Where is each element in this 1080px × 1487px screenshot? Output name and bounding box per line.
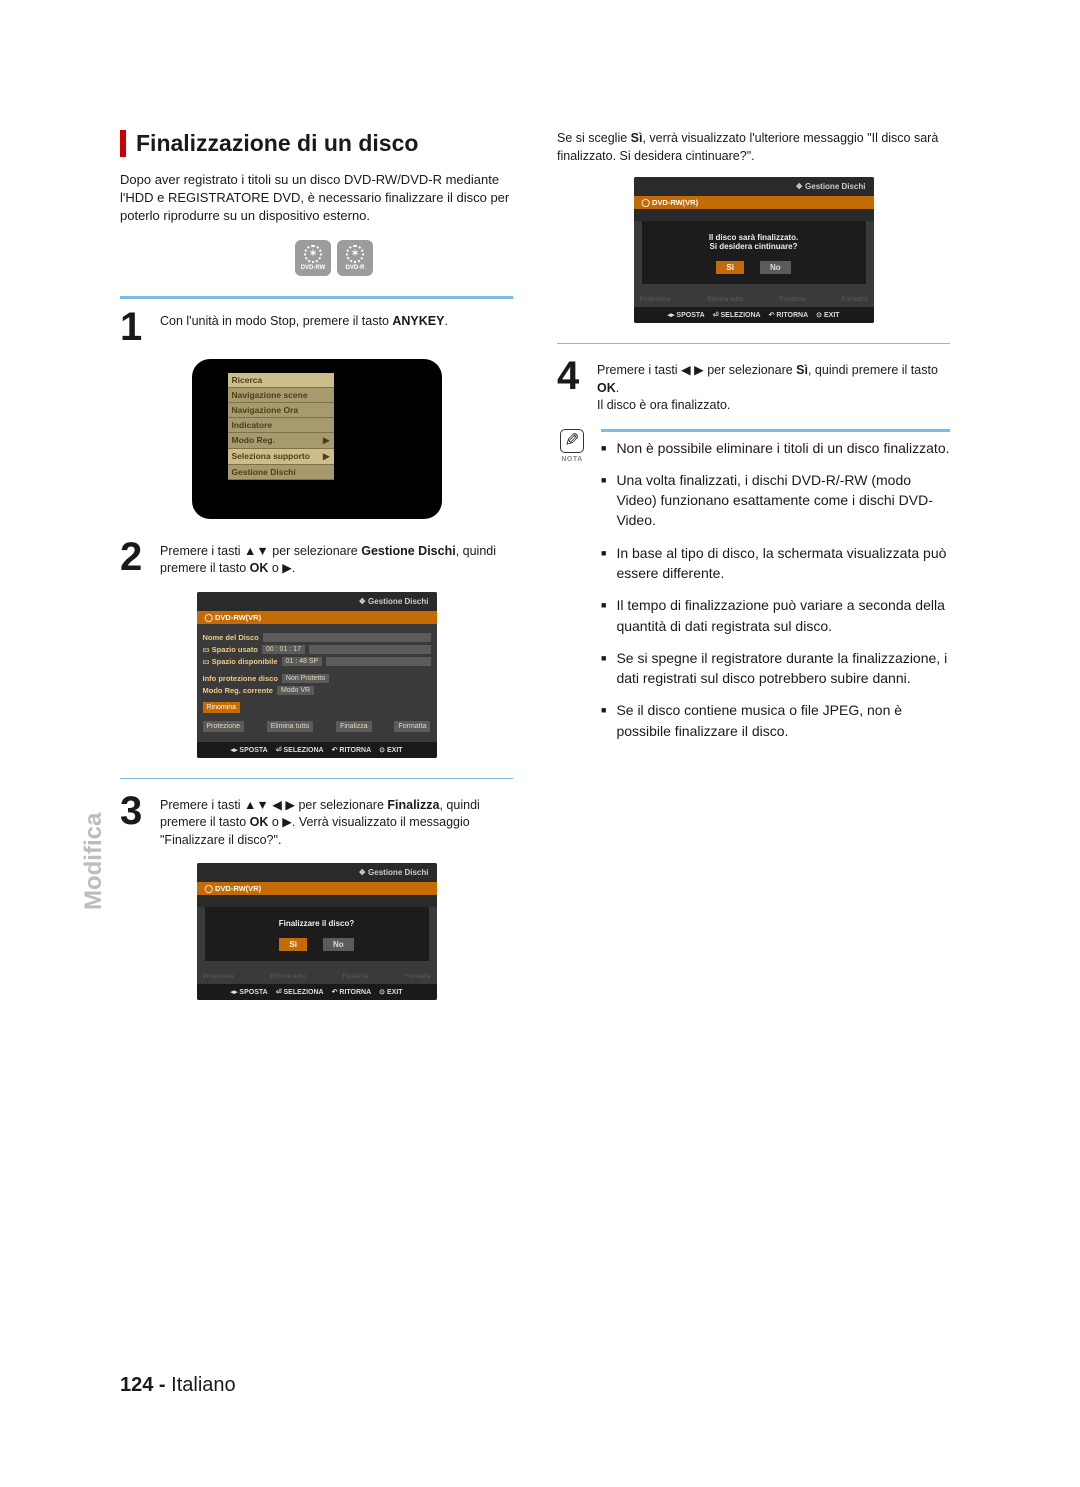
- screen-btn: Elimina tutto: [267, 721, 314, 732]
- dialog-no: No: [323, 938, 354, 951]
- note-item: Una volta finalizzati, i dischi DVD-R/-R…: [616, 470, 950, 531]
- side-tab: Modifica: [80, 813, 108, 910]
- screen-btn: Formatta: [394, 721, 430, 732]
- note-item: Se il disco contiene musica o file JPEG,…: [616, 700, 950, 741]
- step-number: 2: [120, 539, 148, 578]
- note-item: Non è possibile eliminare i titoli di un…: [616, 438, 949, 458]
- screen-btn: Protezione: [203, 721, 244, 732]
- left-column: Finalizzazione di un disco Dopo aver reg…: [120, 130, 513, 1020]
- menu-item: Navigazione Ora: [228, 403, 334, 418]
- divider: [557, 343, 950, 344]
- menu-item: Navigazione scene: [228, 388, 334, 403]
- step-2: 2 Premere i tasti ▲▼ per selezionare Ges…: [120, 539, 513, 578]
- menu-item: Seleziona supporto▶: [228, 449, 334, 465]
- screen-gestione-dischi: ❖ Gestione Dischi ◯ DVD-RW(VR) Nome del …: [120, 592, 513, 758]
- note-item: Il tempo di finalizzazione può variare a…: [616, 595, 950, 636]
- intro-paragraph: Dopo aver registrato i titoli su un disc…: [120, 171, 513, 226]
- note-item: In base al tipo di disco, la schermata v…: [616, 543, 950, 584]
- step-number: 3: [120, 793, 148, 850]
- screen-btn-rename: Rinomina: [203, 702, 241, 713]
- divider: [120, 778, 513, 779]
- note-icon: ✎: [560, 429, 584, 453]
- screen-anykey-menu: Ricerca Navigazione scene Navigazione Or…: [120, 359, 513, 519]
- dialog-no: No: [760, 261, 791, 274]
- screen-continue-prompt: ❖ Gestione Dischi ◯ DVD-RW(VR) Il disco …: [557, 177, 950, 323]
- menu-item: Modo Reg.▶: [228, 433, 334, 449]
- col2-intro: Se si sceglie Sì, verrà visualizzato l'u…: [557, 130, 950, 165]
- disc-icon: ✶DVD-R: [337, 240, 373, 276]
- step-number: 1: [120, 309, 148, 345]
- dialog-yes: Sì: [716, 261, 744, 274]
- section-title: Finalizzazione di un disco: [120, 130, 513, 157]
- menu-item: Indicatore: [228, 418, 334, 433]
- page-footer: 124 - Italiano: [120, 1374, 236, 1397]
- step-1: 1 Con l'unità in modo Stop, premere il t…: [120, 309, 513, 345]
- screen-btn: Finalizza: [336, 721, 372, 732]
- step-3: 3 Premere i tasti ▲▼ ◀ ▶ per selezionare…: [120, 793, 513, 850]
- note-block: ✎ NOTA ■ Non è possibile eliminare i tit…: [557, 429, 950, 754]
- step-4: 4 Premere i tasti ◀ ▶ per selezionare Sì…: [557, 358, 950, 415]
- menu-item: Gestione Dischi: [228, 465, 334, 480]
- dialog-yes: Sì: [279, 938, 307, 951]
- right-column: Se si sceglie Sì, verrà visualizzato l'u…: [557, 130, 950, 1020]
- note-item: Se si spegne il registratore durante la …: [616, 648, 950, 689]
- menu-item: Ricerca: [228, 373, 334, 388]
- step-number: 4: [557, 358, 585, 415]
- disc-icons-row: ✶DVD-RW ✶DVD-R: [120, 240, 373, 276]
- screen-finalize-prompt: ❖ Gestione Dischi ◯ DVD-RW(VR) Finalizza…: [120, 863, 513, 1000]
- disc-icon: ✶DVD-RW: [295, 240, 331, 276]
- divider: [120, 296, 513, 299]
